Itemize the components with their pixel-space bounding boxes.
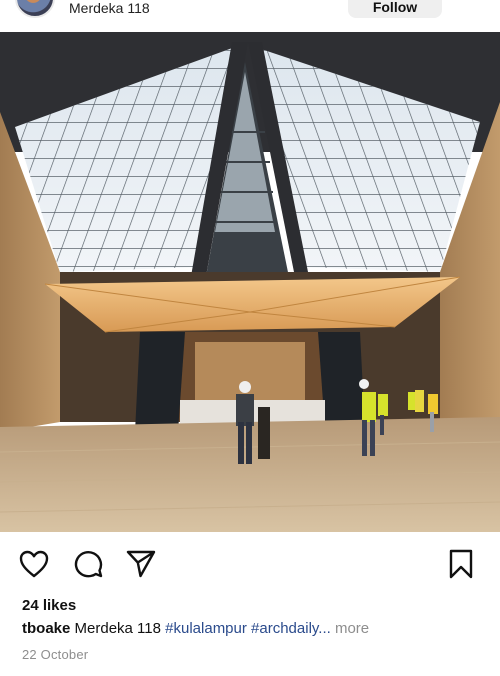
- post-actions: [0, 546, 500, 586]
- avatar[interactable]: [15, 0, 55, 18]
- likes-count[interactable]: 24 likes: [22, 597, 76, 614]
- post-photo[interactable]: [0, 32, 500, 532]
- send-icon: [126, 550, 156, 578]
- caption-more-link[interactable]: more: [335, 620, 369, 637]
- bookmark-icon: [449, 549, 473, 579]
- save-button[interactable]: [443, 546, 479, 582]
- caption-username[interactable]: tboake: [22, 620, 70, 637]
- share-button[interactable]: [123, 546, 159, 582]
- post-date: 22 October: [22, 647, 89, 662]
- atrium-image: [0, 32, 500, 532]
- post-location[interactable]: Merdeka 118: [69, 0, 150, 16]
- like-button[interactable]: [16, 546, 52, 582]
- post-header: Merdeka 118 Follow: [0, 0, 500, 32]
- post-caption: tboake Merdeka 118 #kulalampur #archdail…: [22, 620, 369, 637]
- caption-hashtags[interactable]: #kulalampur #archdaily...: [165, 620, 331, 637]
- heart-icon: [19, 550, 49, 578]
- comment-icon: [74, 551, 103, 578]
- caption-text: Merdeka 118: [74, 620, 161, 637]
- comment-button[interactable]: [70, 546, 106, 582]
- follow-button[interactable]: Follow: [348, 0, 442, 18]
